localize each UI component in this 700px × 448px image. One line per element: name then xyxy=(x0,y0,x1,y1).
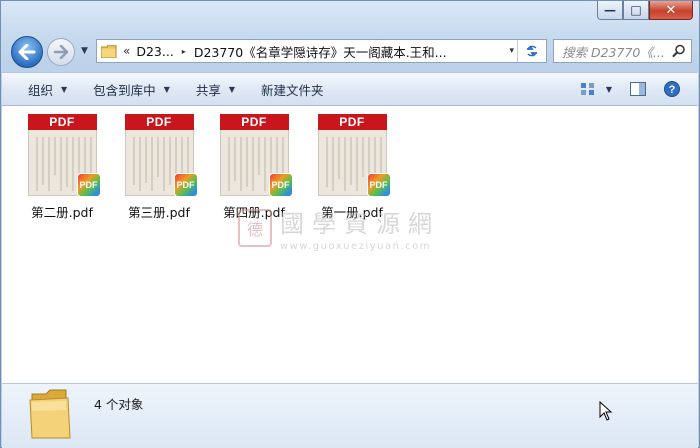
pdf-thumbnail: PDF PDF xyxy=(317,114,391,197)
breadcrumb-item[interactable]: D23... xyxy=(136,44,173,59)
mouse-cursor-icon xyxy=(599,401,613,421)
pdf-label: PDF xyxy=(219,114,289,130)
file-list-view: PDF PDF 第二册.pdf PDF PDF 第三册.pdf PDF PDF … xyxy=(2,106,698,383)
watermark-seal: 德 xyxy=(238,209,272,247)
search-icon xyxy=(672,44,685,57)
dropdown-arrow-icon: ▼ xyxy=(228,84,236,94)
file-item[interactable]: PDF PDF 第三册.pdf xyxy=(119,114,199,221)
watermark: 德 國學資源網 www.guoxueziyuan.com xyxy=(238,204,440,252)
help-button[interactable]: ? xyxy=(664,81,680,97)
command-bar: 组织 ▼ 包含到库中 ▼ 共享 ▼ 新建文件夹 ▼ ? xyxy=(2,72,698,106)
address-bar[interactable]: « D23... ▸ D23770《名章学隠诗存》天一阁藏本.王和... ▾ xyxy=(96,39,547,63)
file-name: 第二册.pdf xyxy=(31,205,93,220)
pdf-app-icon: PDF xyxy=(76,173,101,197)
organize-menu[interactable]: 组织 ▼ xyxy=(28,80,67,99)
breadcrumb-separator[interactable]: ▸ xyxy=(182,47,186,56)
view-dropdown-icon[interactable]: ▼ xyxy=(606,85,612,94)
pdf-label: PDF xyxy=(317,114,387,130)
arrow-right-icon xyxy=(53,45,69,59)
preview-pane-icon xyxy=(630,82,646,96)
pdf-label: PDF xyxy=(124,114,194,130)
minimize-button[interactable]: — xyxy=(597,1,623,20)
folder-icon xyxy=(101,44,117,58)
address-dropdown[interactable]: ▾ xyxy=(509,46,514,56)
share-label: 共享 xyxy=(195,82,221,98)
refresh-icon xyxy=(527,45,537,57)
caption-buttons: — □ ✕ xyxy=(597,1,693,20)
dropdown-arrow-icon: ▼ xyxy=(163,84,170,94)
watermark-url: www.guoxueziyuan.com xyxy=(280,241,431,252)
file-name: 第三册.pdf xyxy=(128,205,190,220)
pdf-app-icon: PDF xyxy=(173,173,198,197)
refresh-button[interactable] xyxy=(517,40,546,62)
folder-icon xyxy=(29,389,71,439)
share-menu[interactable]: 共享 ▼ xyxy=(196,80,235,99)
search-box[interactable]: 搜索 D23770《... xyxy=(553,39,692,63)
new-folder-button[interactable]: 新建文件夹 xyxy=(261,80,324,99)
explorer-window: — □ ✕ ▼ « D23... ▸ D23770《名章学隠诗存》天一阁藏本.王… xyxy=(0,0,700,448)
forward-button[interactable] xyxy=(47,38,75,66)
pdf-thumbnail: PDF PDF xyxy=(27,114,101,197)
dropdown-arrow-icon: ▼ xyxy=(61,84,68,94)
back-button[interactable] xyxy=(11,36,43,68)
organize-label: 组织 xyxy=(28,82,54,98)
preview-pane-button[interactable] xyxy=(630,82,646,96)
pdf-label: PDF xyxy=(27,114,97,130)
breadcrumb-current[interactable]: D23770《名章学隠诗存》天一阁藏本.王和... xyxy=(194,42,447,61)
item-count: 4 个对象 xyxy=(94,397,144,412)
maximize-button[interactable]: □ xyxy=(623,1,649,20)
pdf-app-icon: PDF xyxy=(268,173,293,197)
overflow-chevron[interactable]: « xyxy=(123,44,130,58)
recent-pages-dropdown[interactable]: ▼ xyxy=(81,46,88,56)
pdf-thumbnail: PDF PDF xyxy=(219,114,293,197)
view-grid-icon xyxy=(580,83,594,95)
view-controls: ▼ ? xyxy=(580,73,698,105)
file-item[interactable]: PDF PDF 第二册.pdf xyxy=(22,114,102,221)
close-icon: ✕ xyxy=(665,2,677,18)
include-in-library-menu[interactable]: 包含到库中 ▼ xyxy=(93,80,170,99)
close-button[interactable]: ✕ xyxy=(649,1,693,20)
arrow-left-icon xyxy=(18,44,36,60)
minimize-icon: — xyxy=(604,3,616,17)
include-in-library-label: 包含到库中 xyxy=(93,82,156,98)
pdf-thumbnail: PDF PDF xyxy=(124,114,198,197)
help-icon: ? xyxy=(664,81,680,97)
details-pane: 4 个对象 xyxy=(2,383,698,448)
svg-text:?: ? xyxy=(669,84,676,96)
search-input[interactable]: 搜索 D23770《... xyxy=(562,42,667,61)
maximize-icon: □ xyxy=(630,3,642,17)
new-folder-label: 新建文件夹 xyxy=(261,82,324,98)
watermark-title: 國學資源網 xyxy=(280,210,440,238)
change-view-button[interactable]: ▼ xyxy=(580,82,612,96)
pdf-app-icon: PDF xyxy=(366,173,391,197)
